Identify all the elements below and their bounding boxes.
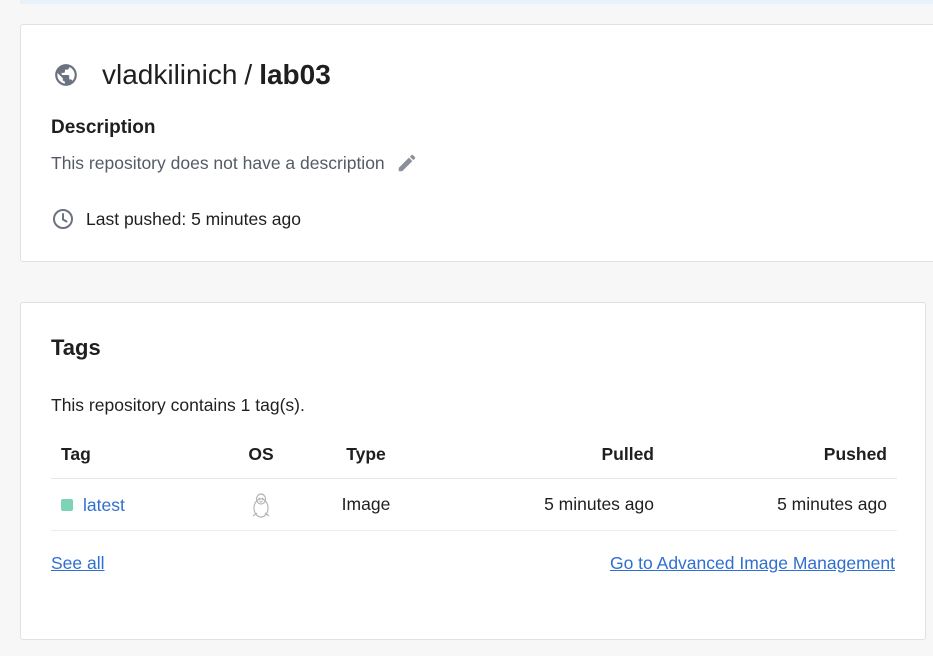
pencil-icon[interactable]: [396, 152, 418, 174]
tags-table-header: Tag OS Type Pulled Pushed: [51, 431, 897, 479]
tag-status-dot: [61, 498, 73, 511]
tags-table: Tag OS Type Pulled Pushed latest Image 5…: [51, 431, 897, 531]
tag-cell: latest: [51, 478, 221, 531]
pulled-cell: 5 minutes ago: [431, 478, 664, 531]
table-row: latest Image 5 minutes ago 5 minutes ago: [51, 478, 897, 531]
see-all-link[interactable]: See all: [51, 553, 105, 574]
column-header-tag: Tag: [51, 431, 221, 479]
tags-count-text: This repository contains 1 tag(s).: [51, 395, 305, 415]
advanced-image-management-link[interactable]: Go to Advanced Image Management: [610, 553, 895, 574]
top-banner-strip: [20, 0, 933, 4]
column-header-pulled: Pulled: [431, 431, 664, 479]
last-pushed-row: Last pushed: 5 minutes ago: [51, 207, 301, 231]
type-cell: Image: [301, 478, 431, 531]
column-header-pushed: Pushed: [664, 431, 897, 479]
repo-owner: vladkilinich: [102, 59, 238, 90]
clock-icon: [53, 209, 73, 229]
column-header-type: Type: [301, 431, 431, 479]
os-cell: [221, 478, 301, 531]
tags-card: Tags This repository contains 1 tag(s). …: [20, 302, 926, 640]
tag-link-latest[interactable]: latest: [83, 494, 125, 514]
tags-title: Tags: [51, 335, 101, 360]
linux-icon: [252, 492, 270, 518]
repo-header: vladkilinich / lab03: [53, 59, 331, 91]
description-row: This repository does not have a descript…: [51, 152, 418, 174]
description-heading: Description: [51, 117, 156, 138]
repo-name: lab03: [259, 59, 331, 90]
description-text: This repository does not have a descript…: [51, 152, 385, 173]
globe-icon: [55, 64, 77, 86]
column-header-os: OS: [221, 431, 301, 479]
last-pushed-text: Last pushed: 5 minutes ago: [86, 208, 302, 229]
repository-info-card: vladkilinich / lab03 Description This re…: [20, 24, 933, 262]
repo-separator: /: [244, 59, 253, 90]
pushed-cell: 5 minutes ago: [664, 478, 897, 531]
